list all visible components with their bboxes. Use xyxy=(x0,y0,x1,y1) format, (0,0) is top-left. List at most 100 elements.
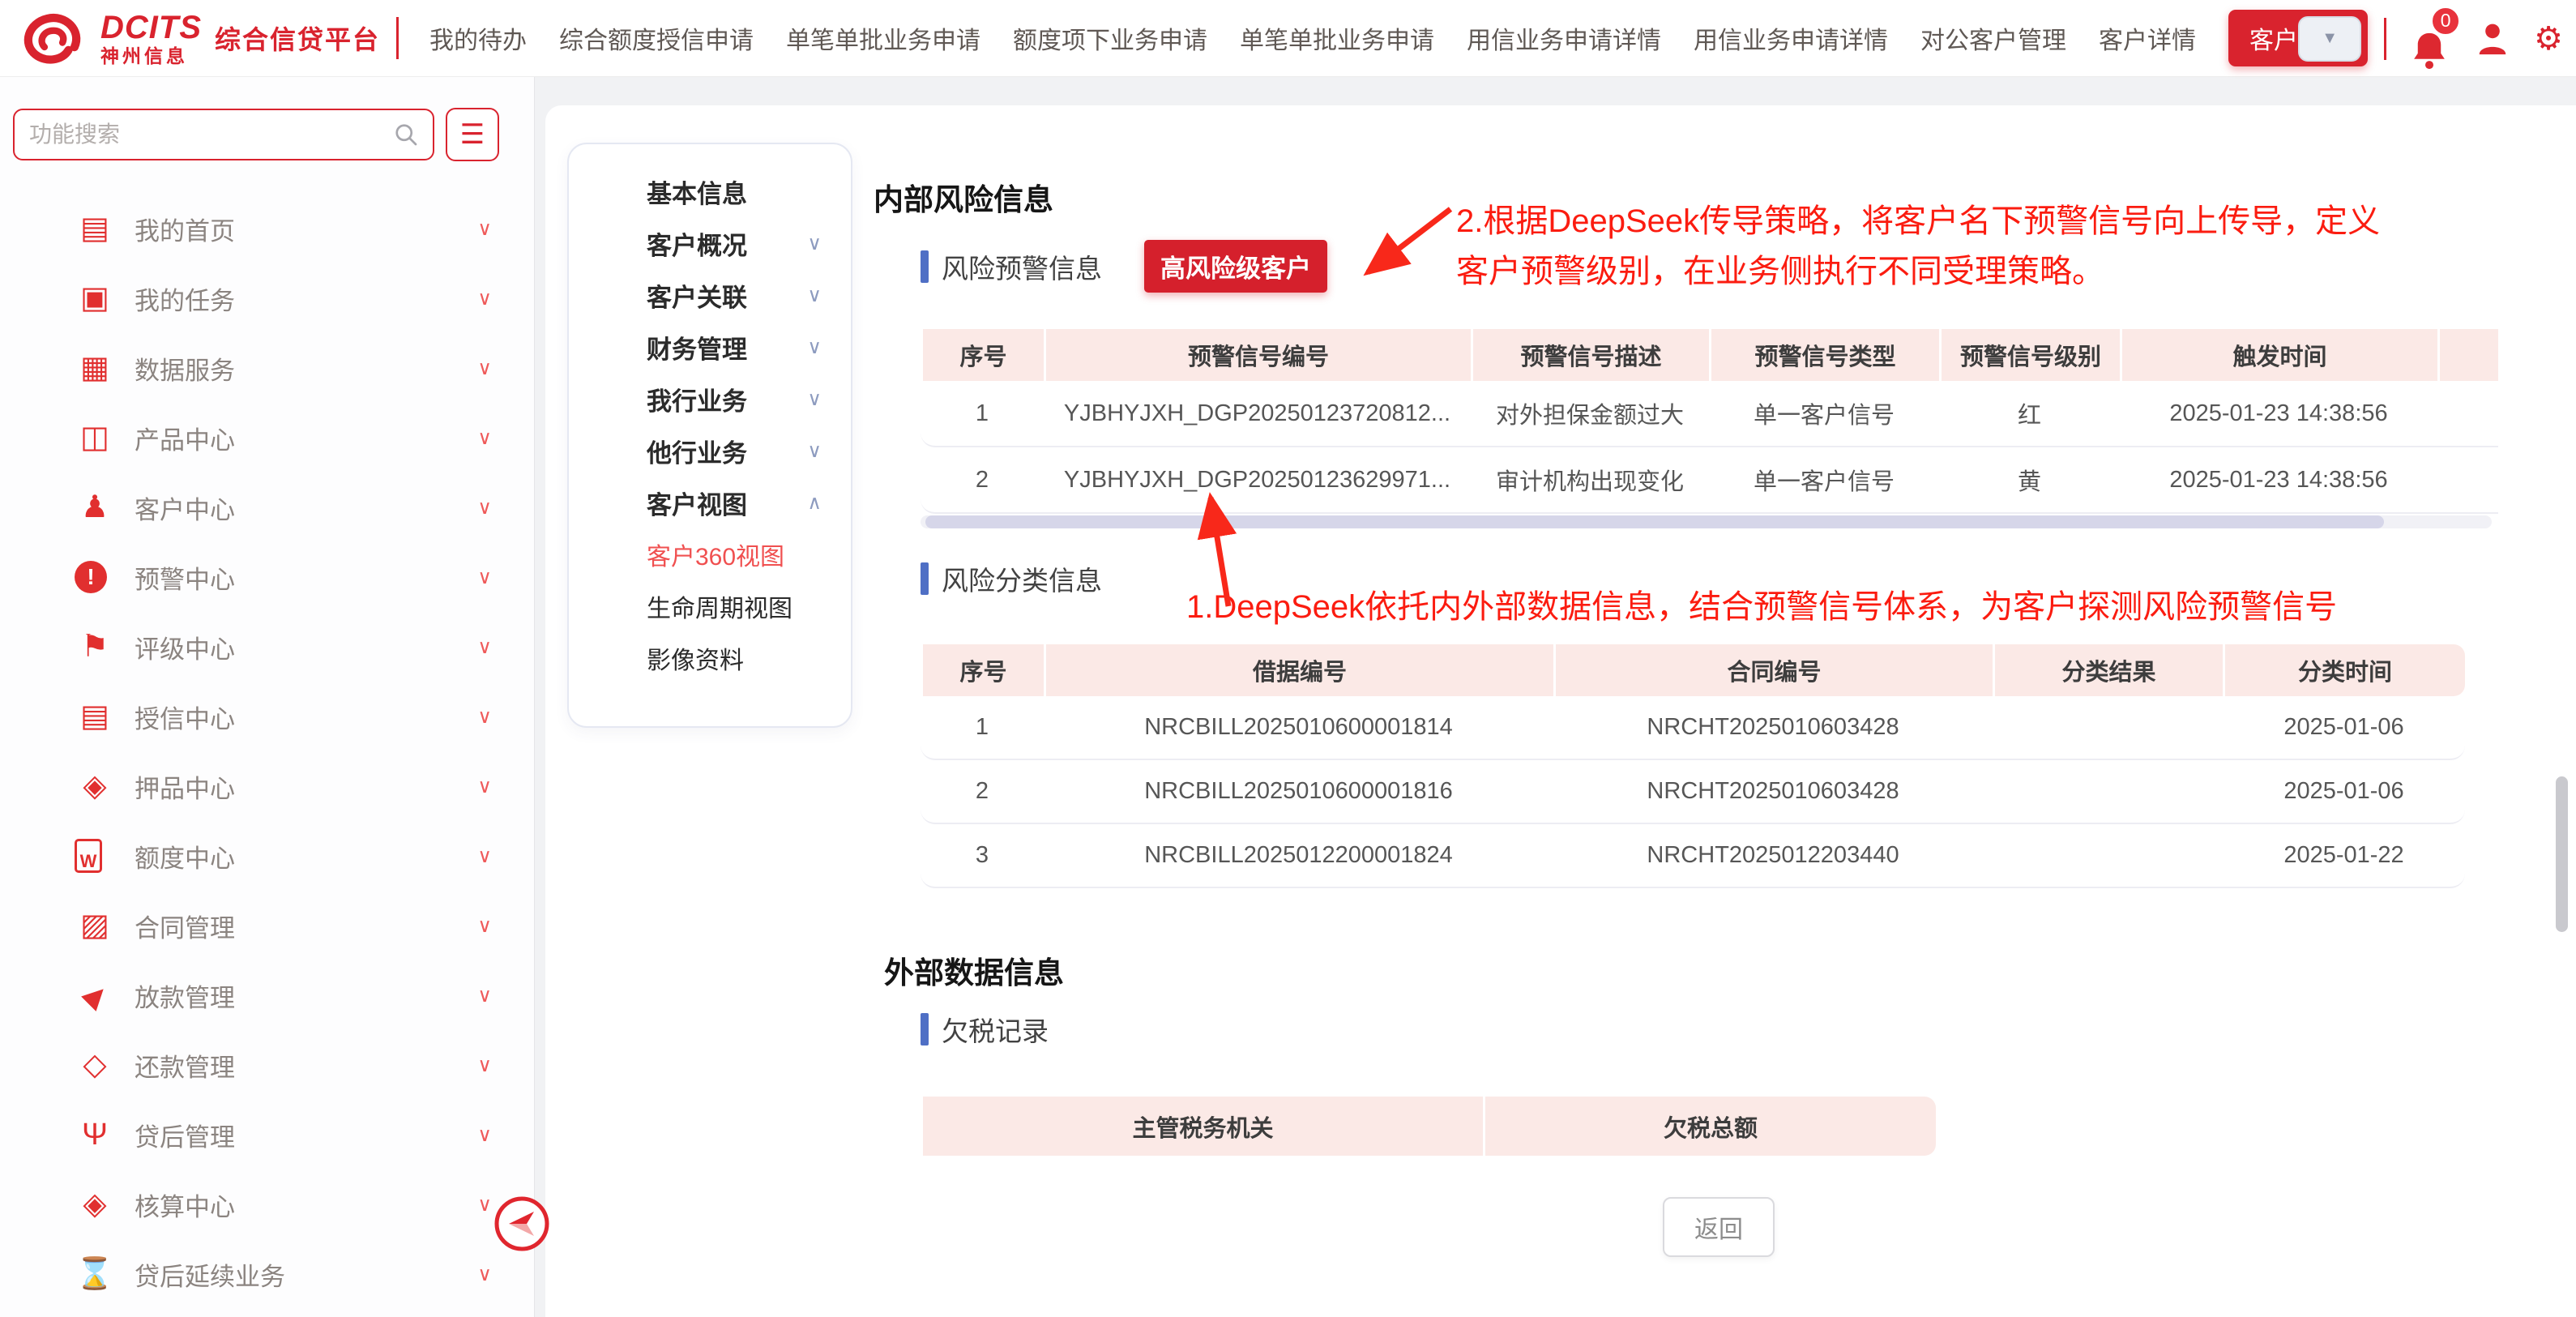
cell-classify-result xyxy=(1993,696,2223,759)
sidebar-item[interactable]: ▶ 放款管理 ∨ xyxy=(0,960,534,1030)
sidebar-item-icon: W xyxy=(75,839,102,873)
customer-detail-submenu: 基本信息 客户概况 ∨ 客户关联 ∨ 财务管理 ∨ xyxy=(567,143,852,728)
top-nav-item[interactable]: 综合额度授信申请 xyxy=(559,20,754,56)
header-red-divider xyxy=(2384,18,2386,60)
submenu-item[interactable]: 客户关联 ∨ xyxy=(569,269,851,321)
collapse-menu-icon[interactable]: ☰ xyxy=(446,108,499,161)
top-nav-item[interactable]: 我的待办 xyxy=(429,20,527,56)
sidebar-item-label: 贷后管理 xyxy=(135,1117,477,1153)
risk-warning-table-header: 序号预警信号编号预警信号描述预警信号类型预警信号级别触发时间信 xyxy=(921,329,2498,381)
warning-section-title: 风险预警信息 xyxy=(942,247,1102,286)
sidebar-item[interactable]: ▤ 授信中心 ∨ xyxy=(0,682,534,751)
chevron-icon: ∨ xyxy=(807,336,822,359)
top-nav-item[interactable]: 用信业务申请详情 xyxy=(1694,20,1888,56)
sidebar-item-icon: ⚑ xyxy=(75,631,115,662)
sidebar-item[interactable]: ! 预警中心 ∨ xyxy=(0,542,534,612)
sidebar-item-icon: ⌛ xyxy=(75,1259,115,1289)
cell-clipped: 无 xyxy=(2437,381,2498,446)
arrow-to-risk-badge xyxy=(1368,209,1450,272)
top-nav-item[interactable]: 客户详情 xyxy=(2099,20,2196,56)
tab-overflow-dropdown-button[interactable]: ▼ xyxy=(2298,16,2361,62)
submenu-item[interactable]: 影像资料 xyxy=(569,632,851,684)
column-header: 合同编号 xyxy=(1553,644,1993,696)
table-row[interactable]: 1 NRCBILL2025010600001814 NRCHT202501060… xyxy=(921,696,2465,760)
notifications-button[interactable]: 0 xyxy=(2409,11,2451,67)
top-nav-item[interactable]: 单笔单批业务申请 xyxy=(786,20,980,56)
submenu-item[interactable]: 客户概况 ∨ xyxy=(569,217,851,269)
chevron-down-icon: ∨ xyxy=(477,1193,492,1217)
top-nav-item[interactable]: 用信业务申请详情 xyxy=(1467,20,1661,56)
column-header: 欠税总额 xyxy=(1483,1097,1936,1156)
tax-arrears-table: 主管税务机关欠税总额 xyxy=(921,1097,1936,1161)
brand-logo: DCITS 神州信息 综合信贷平台 xyxy=(15,8,399,68)
top-nav-item[interactable]: 对公客户管理 xyxy=(1920,20,2066,56)
submenu-item[interactable]: 财务管理 ∨ xyxy=(569,321,851,373)
sidebar-item-icon: ▦ xyxy=(75,353,115,383)
table-row[interactable]: 1 YJBHYJXH_DGP20250123720812... 对外担保金额过大… xyxy=(921,381,2498,447)
cell-classify-result xyxy=(1993,824,2223,887)
chevron-down-icon: ∨ xyxy=(477,287,492,310)
header-right-controls: ▼ 0 ⚙ xyxy=(2298,0,2563,77)
submenu-item[interactable]: 客户360视图 xyxy=(569,528,851,580)
chevron-down-icon: ∨ xyxy=(477,1123,492,1147)
back-button[interactable]: 返回 xyxy=(1663,1197,1775,1257)
cell-signal-level: 黄 xyxy=(1939,447,2120,512)
classification-table-body: 1 NRCBILL2025010600001814 NRCHT202501060… xyxy=(921,696,2465,888)
cell-bill-no: NRCBILL2025012200001824 xyxy=(1044,824,1553,887)
cell-signal-desc: 对外担保金额过大 xyxy=(1471,381,1709,446)
top-nav-item[interactable]: 单笔单批业务申请 xyxy=(1240,20,1434,56)
sidebar-item-label: 客户中心 xyxy=(135,490,477,526)
top-nav-item[interactable]: 额度项下业务申请 xyxy=(1013,20,1207,56)
logo-divider xyxy=(396,17,399,59)
chevron-down-icon: ∨ xyxy=(477,496,492,520)
sidebar-item-label: 产品中心 xyxy=(135,420,477,456)
sidebar-item[interactable]: ◈ 押品中心 ∨ xyxy=(0,751,534,821)
sidebar-item[interactable]: W 额度中心 ∨ xyxy=(0,821,534,891)
settings-gear-icon[interactable]: ⚙ xyxy=(2534,23,2563,55)
sidebar-item[interactable]: ♟ 客户中心 ∨ xyxy=(0,472,534,542)
user-profile-icon[interactable] xyxy=(2474,18,2511,60)
submenu-item-label: 客户视图 xyxy=(647,485,807,521)
table-row[interactable]: 3 NRCBILL2025012200001824 NRCHT202501220… xyxy=(921,824,2465,888)
cell-signal-desc: 审计机构出现变化 xyxy=(1471,447,1709,512)
sidebar-item[interactable]: ▣ 我的任务 ∨ xyxy=(0,263,534,333)
section-accent-bar xyxy=(921,562,929,595)
sidebar-item[interactable]: ▨ 合同管理 ∨ xyxy=(0,891,534,960)
chevron-down-icon: ∨ xyxy=(477,1263,492,1286)
cell-seq: 1 xyxy=(921,381,1044,446)
sidebar-collapse-button[interactable] xyxy=(491,1193,553,1255)
brand-name: DCITS xyxy=(100,11,202,44)
sidebar-item[interactable]: ⚑ 评级中心 ∨ xyxy=(0,612,534,682)
cell-classify-date: 2025-01-06 xyxy=(2223,760,2465,823)
sidebar-item-icon: ◈ xyxy=(75,1189,115,1220)
sidebar-item[interactable]: ▦ 数据服务 ∨ xyxy=(0,333,534,403)
sidebar-item-label: 贷后延续业务 xyxy=(135,1256,477,1293)
sidebar-item[interactable]: ◫ 产品中心 ∨ xyxy=(0,403,534,472)
table-row[interactable]: 2 YJBHYJXH_DGP20250123629971... 审计机构出现变化… xyxy=(921,447,2498,514)
annotation-1: 1.DeepSeek依托内外部数据信息，结合预警信号体系，为客户探测风险预警信号 xyxy=(1186,582,2450,632)
search-input[interactable] xyxy=(29,122,394,148)
submenu-item[interactable]: 客户视图 ∧ xyxy=(569,477,851,528)
sidebar-item[interactable]: Ψ 贷后管理 ∨ xyxy=(0,1100,534,1169)
submenu-item[interactable]: 基本信息 xyxy=(569,165,851,217)
cell-seq: 3 xyxy=(921,824,1044,887)
cell-classify-result xyxy=(1993,760,2223,823)
column-header: 预警信号类型 xyxy=(1709,329,1939,381)
sidebar-item-icon: ◈ xyxy=(75,771,115,802)
submenu-item-label: 基本信息 xyxy=(647,173,822,210)
submenu-item[interactable]: 生命周期视图 xyxy=(569,580,851,632)
horizontal-scrollbar[interactable] xyxy=(921,515,2492,528)
sidebar-item[interactable]: ▤ 我的首页 ∨ xyxy=(0,194,534,263)
table-row[interactable]: 2 NRCBILL2025010600001816 NRCHT202501060… xyxy=(921,760,2465,824)
vertical-scrollbar-thumb[interactable] xyxy=(2556,776,2568,932)
sidebar-item[interactable]: ◈ 核算中心 ∨ xyxy=(0,1169,534,1239)
submenu-item[interactable]: 他行业务 ∨ xyxy=(569,425,851,477)
chevron-down-icon: ∨ xyxy=(477,1054,492,1077)
sidebar-item[interactable]: ◇ 还款管理 ∨ xyxy=(0,1030,534,1100)
chevron-icon: ∨ xyxy=(807,232,822,255)
horizontal-scrollbar-thumb[interactable] xyxy=(925,515,2384,528)
submenu-item-label: 生命周期视图 xyxy=(647,588,822,624)
cell-trigger-time: 2025-01-23 14:38:56 xyxy=(2120,447,2437,512)
submenu-item[interactable]: 我行业务 ∨ xyxy=(569,373,851,425)
sidebar-item[interactable]: ⌛ 贷后延续业务 ∨ xyxy=(0,1239,534,1309)
